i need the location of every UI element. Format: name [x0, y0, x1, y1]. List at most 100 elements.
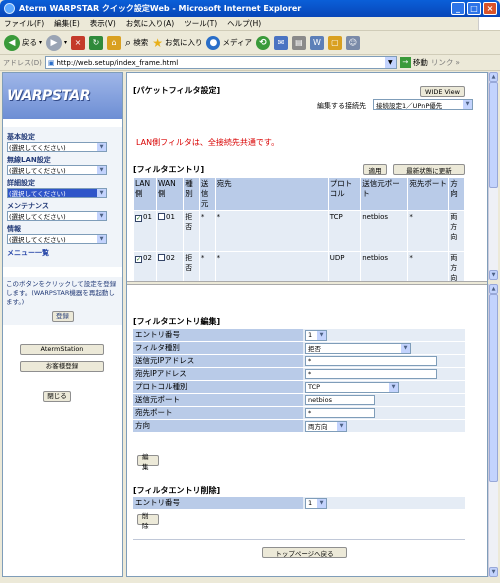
toolbar: ◀ 戻る ▾ ▶ ▾ × ↻ ⌂ ⌕ 検索 ★ お気に入り ● メディア ⟲ ✉ ▤ W ▢…	[0, 31, 500, 55]
settings-menu-panel: 基本設定 (選択してください) ▼ 無線LAN設定 (選択してください) ▼ 詳細設…	[3, 127, 122, 267]
filter-type-select[interactable]: 拒否 ▼	[305, 342, 411, 354]
mail-icon[interactable]: ✉	[273, 35, 288, 50]
search-button[interactable]: ⌕ 検索	[125, 36, 148, 50]
menu-list-link[interactable]: メニュー一覧	[7, 248, 122, 258]
windows-flag-icon	[478, 17, 500, 30]
go-button[interactable]: → 移動	[399, 57, 428, 68]
home-icon[interactable]: ⌂	[107, 35, 122, 50]
edit-button[interactable]: 編集	[137, 453, 159, 471]
type-cell: 拒否	[184, 252, 199, 284]
back-label: 戻る	[22, 38, 37, 47]
menu-favorites[interactable]: お気に入り(A)	[126, 18, 174, 29]
col-wan: WAN側	[157, 178, 184, 210]
lan-cell: ✓ 02	[134, 252, 157, 284]
close-icon[interactable]: ×	[483, 2, 497, 15]
detail-settings-select[interactable]: (選択してください) ▼	[7, 188, 107, 198]
entry-no-label: エントリ番号	[133, 329, 303, 341]
divider	[133, 539, 465, 540]
media-button[interactable]: ● メディア	[206, 35, 252, 50]
frame-divider[interactable]	[127, 281, 487, 285]
wlan-settings-select[interactable]: (選択してください) ▼	[7, 165, 107, 175]
form-row: 宛先IPアドレス *	[133, 368, 465, 380]
delete-section-title: [フィルタエントリ削除]	[133, 486, 221, 495]
info-value: (選択してください)	[9, 236, 66, 244]
delete-entry-no-label: エントリ番号	[133, 497, 303, 509]
src-ip-input[interactable]: *	[305, 356, 437, 366]
menu-view[interactable]: 表示(V)	[90, 18, 116, 29]
wide-view-button[interactable]: WIDE View	[420, 86, 465, 97]
direction-select[interactable]: 両方向 ▼	[305, 420, 347, 432]
forward-button[interactable]: ▶ ▾	[46, 34, 67, 51]
history-icon[interactable]: ⟲	[255, 35, 270, 50]
discuss-icon[interactable]: ▢	[327, 35, 342, 50]
bottom-frame-scrollbar[interactable]: ▲ ▼	[488, 284, 498, 577]
basic-settings-select[interactable]: (選択してください) ▼	[7, 142, 107, 152]
lan-checkbox[interactable]: ✓	[135, 215, 142, 222]
protocol-select[interactable]: TCP ▼	[305, 381, 399, 393]
connection-select[interactable]: 接続設定1／UPnP優先 ▼	[373, 99, 473, 110]
maintenance-select[interactable]: (選択してください) ▼	[7, 211, 107, 221]
aterm-station-button[interactable]: AtermStation	[20, 344, 104, 355]
wan-no: 02	[166, 254, 175, 262]
scroll-thumb[interactable]	[489, 294, 498, 482]
delete-entry-no-select[interactable]: 1 ▼	[305, 497, 327, 509]
window-title-bar: Aterm WARPSTAR クイック設定Web - Microsoft Int…	[0, 0, 500, 17]
dst-ip-input[interactable]: *	[305, 369, 437, 379]
top-page-button[interactable]: トップページへ戻る	[262, 547, 347, 558]
src-cell: *	[199, 252, 215, 284]
src-port-input[interactable]: netbios	[305, 395, 375, 405]
menu-help[interactable]: ヘルプ(H)	[227, 18, 261, 29]
menu-tools[interactable]: ツール(T)	[184, 18, 217, 29]
favorites-button[interactable]: ★ お気に入り	[152, 36, 202, 50]
protocol-value: TCP	[308, 383, 321, 391]
connection-label: 編集する接続先	[317, 102, 366, 110]
scroll-thumb[interactable]	[489, 82, 498, 188]
proto-cell: TCP	[328, 211, 361, 251]
col-sport: 送信元ポート	[361, 178, 408, 210]
col-src: 送信元	[199, 178, 215, 210]
chevron-down-icon[interactable]: ▼	[384, 57, 396, 68]
scroll-down-icon[interactable]: ▼	[489, 270, 498, 280]
apply-button[interactable]: 適用	[363, 164, 387, 175]
close-button[interactable]: 閉じる	[43, 391, 71, 402]
dst-port-input[interactable]: *	[305, 408, 375, 418]
info-select[interactable]: (選択してください) ▼	[7, 234, 107, 244]
scroll-down-icon[interactable]: ▼	[489, 567, 498, 577]
messenger-icon[interactable]: ☺	[345, 35, 360, 50]
top-frame-scrollbar[interactable]: ▲ ▼	[488, 72, 498, 280]
back-button[interactable]: ◀ 戻る ▾	[4, 34, 42, 51]
scroll-up-icon[interactable]: ▲	[489, 72, 498, 82]
form-row: 送信元IPアドレス *	[133, 355, 465, 367]
form-row: 送信元ポート netbios	[133, 394, 465, 406]
minimize-icon[interactable]: _	[451, 2, 465, 15]
wan-checkbox[interactable]	[158, 213, 166, 220]
stop-icon[interactable]: ×	[71, 35, 86, 50]
chevron-down-icon: ▼	[401, 343, 410, 353]
address-label: アドレス(D)	[3, 58, 42, 67]
direction-value: 両方向	[308, 423, 328, 431]
dport-cell: *	[408, 252, 449, 284]
table-header-row: LAN側 WAN側 種別 送信元 宛先 プロトコル 送信元ポート 宛先ポート 方…	[134, 178, 464, 210]
register-button[interactable]: 登録	[51, 311, 74, 322]
customer-registration-button[interactable]: お客様登録	[20, 361, 104, 372]
src-ip-label: 送信元IPアドレス	[133, 355, 303, 367]
delete-button[interactable]: 削除	[137, 512, 159, 530]
menu-file[interactable]: ファイル(F)	[4, 18, 44, 29]
filter-entries-table: LAN側 WAN側 種別 送信元 宛先 プロトコル 送信元ポート 宛先ポート 方…	[133, 177, 465, 285]
menu-edit[interactable]: 編集(E)	[54, 18, 80, 29]
wan-checkbox[interactable]	[158, 254, 166, 261]
table-row: ✓ 01 01 拒否 * * TCP netbios * 両方向	[134, 211, 464, 251]
edit-form: エントリ番号 1 ▼ フィルタ種別 拒否 ▼ 送信元IPアドレス * 宛先IPアドレス * …	[133, 329, 465, 433]
refresh-state-button[interactable]: 最新状態に更新	[393, 164, 465, 175]
col-proto: プロトコル	[328, 178, 361, 210]
ie-logo-icon	[4, 3, 15, 14]
maximize-icon[interactable]: □	[467, 2, 481, 15]
links-button[interactable]: リンク»	[431, 57, 460, 68]
scroll-up-icon[interactable]: ▲	[489, 284, 498, 294]
entry-no-select[interactable]: 1 ▼	[305, 329, 327, 341]
print-icon[interactable]: ▤	[291, 35, 306, 50]
address-input[interactable]: ▣ http://web.setup/index_frame.html ▼	[44, 56, 397, 69]
edit-icon[interactable]: W	[309, 35, 324, 50]
refresh-icon[interactable]: ↻	[89, 35, 104, 50]
lan-checkbox[interactable]: ✓	[135, 256, 142, 263]
